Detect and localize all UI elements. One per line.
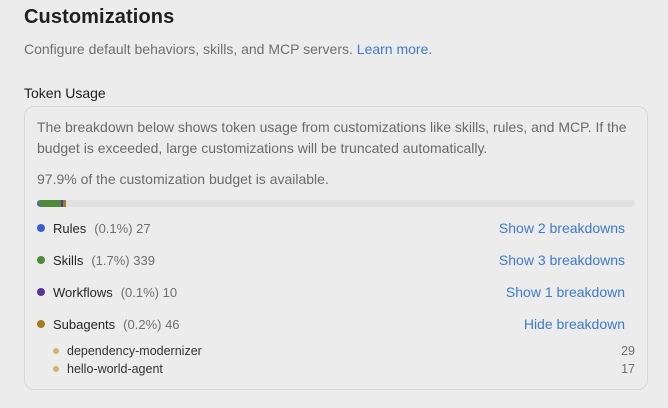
category-usage: (0.1%) 10 <box>121 285 177 300</box>
category-row-rules: Rules (0.1%) 27 Show 2 breakdowns <box>37 212 625 244</box>
category-usage: (0.1%) 27 <box>94 221 150 236</box>
category-usage: (0.2%) 46 <box>123 317 179 332</box>
token-usage-card: The breakdown below shows token usage fr… <box>24 106 648 390</box>
skills-breakdown-toggle-button[interactable]: Show 3 breakdowns <box>499 252 625 268</box>
page-subtitle: Configure default behaviors, skills, and… <box>24 40 648 58</box>
usage-bar-segment-skills <box>39 200 62 207</box>
category-list: Rules (0.1%) 27 Show 2 breakdowns Skills (1.… <box>37 212 635 378</box>
subagent-breakdown-list: dependency-modernizer 29 hello-world-agent… <box>37 342 635 378</box>
workflows-breakdown-toggle-button[interactable]: Show 1 breakdown <box>506 284 625 300</box>
category-percent: (0.2%) <box>123 316 162 332</box>
bullet-dot-icon <box>53 348 59 354</box>
category-tokens: 27 <box>132 220 151 236</box>
category-name: Rules <box>53 220 87 236</box>
subagent-name: dependency-modernizer <box>67 344 202 358</box>
category-name: Workflows <box>53 284 113 300</box>
category-name: Skills <box>53 252 84 268</box>
category-usage: (1.7%) 339 <box>91 253 155 268</box>
legend-dot-icon <box>37 320 45 328</box>
subagents-breakdown-toggle-button[interactable]: Hide breakdown <box>524 316 625 332</box>
category-tokens: 46 <box>161 316 180 332</box>
subagent-breakdown-item: dependency-modernizer 29 <box>37 342 635 360</box>
token-usage-bar <box>37 200 635 207</box>
budget-available-text: 97.9% of the customization budget is ava… <box>37 171 329 187</box>
customizations-page: Customizations Configure default behavio… <box>0 0 668 408</box>
token-usage-title: Token Usage <box>24 85 106 101</box>
category-tokens: 10 <box>159 284 178 300</box>
subagent-name: hello-world-agent <box>67 362 163 376</box>
category-percent: (0.1%) <box>94 220 133 236</box>
subagent-tokens: 17 <box>621 362 635 376</box>
bullet-dot-icon <box>53 366 59 372</box>
token-usage-description: The breakdown below shows token usage fr… <box>37 119 627 156</box>
learn-more-link[interactable]: Learn more. <box>357 41 432 57</box>
category-row-workflows: Workflows (0.1%) 10 Show 1 breakdown <box>37 276 625 308</box>
subagent-tokens: 29 <box>621 344 635 358</box>
category-percent: (1.7%) <box>91 252 130 268</box>
rules-breakdown-toggle-button[interactable]: Show 2 breakdowns <box>499 220 625 236</box>
category-percent: (0.1%) <box>120 284 160 300</box>
legend-dot-icon <box>37 256 45 264</box>
subtitle-text: Configure default behaviors, skills, and… <box>24 41 353 57</box>
usage-bar-segment-subagents <box>63 200 66 207</box>
category-row-subagents: Subagents (0.2%) 46 Hide breakdown <box>37 308 625 340</box>
legend-dot-icon <box>37 288 45 296</box>
subagent-breakdown-item: hello-world-agent 17 <box>37 360 635 378</box>
category-name: Subagents <box>53 316 116 332</box>
category-row-skills: Skills (1.7%) 339 Show 3 breakdowns <box>37 244 625 276</box>
page-title: Customizations <box>24 6 175 28</box>
category-tokens: 339 <box>129 252 155 268</box>
legend-dot-icon <box>37 224 45 232</box>
